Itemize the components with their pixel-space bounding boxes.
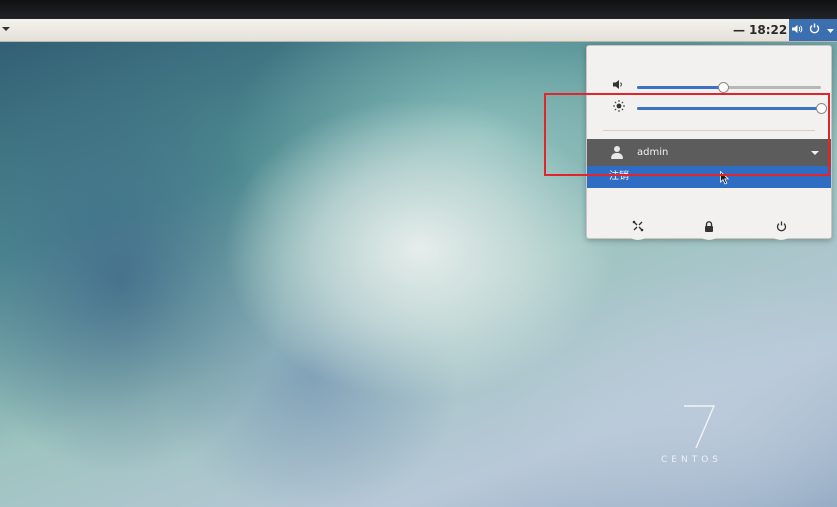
- clock[interactable]: — 18:22: [733, 19, 787, 41]
- centos-logo: [680, 402, 720, 450]
- volume-slider-handle[interactable]: [718, 82, 729, 93]
- activities-dropdown-icon[interactable]: [2, 27, 10, 31]
- desktop[interactable]: — 18:22 admin 注销 CENTOS: [0, 19, 837, 507]
- top-panel: — 18:22: [0, 19, 837, 42]
- volume-slider-fill: [637, 86, 723, 89]
- annotation-highlight-box: [544, 93, 830, 176]
- clock-time: 18:22: [749, 23, 788, 37]
- power-icon: [776, 221, 787, 232]
- power-off-button[interactable]: [767, 212, 795, 240]
- settings-icon: [632, 220, 644, 232]
- speaker-icon: [613, 79, 625, 93]
- settings-button[interactable]: [624, 212, 652, 240]
- volume-slider[interactable]: [637, 82, 821, 93]
- lock-button[interactable]: [695, 212, 723, 240]
- power-icon: [809, 23, 820, 37]
- system-tray[interactable]: [789, 19, 837, 41]
- speaker-icon: [792, 24, 803, 37]
- chevron-down-icon: [826, 24, 834, 37]
- clock-prefix: —: [733, 23, 745, 37]
- centos-wordmark: CENTOS: [661, 455, 722, 465]
- lock-icon: [704, 220, 714, 232]
